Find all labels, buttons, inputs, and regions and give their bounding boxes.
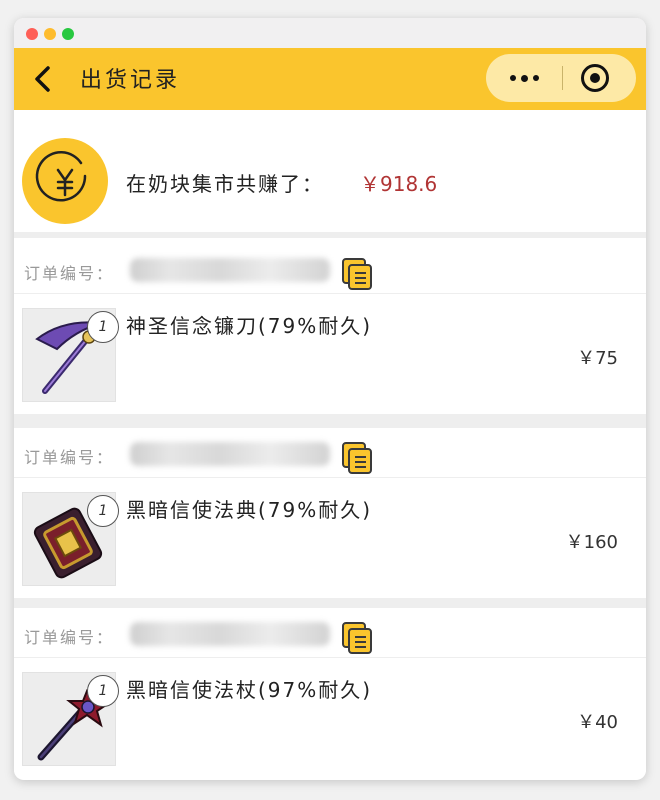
order-card: 订单编号： 1 黑暗信使法杖(97%耐久) ￥40 (14, 608, 646, 778)
order-number-label: 订单编号： (24, 448, 115, 467)
order-item[interactable]: 1 黑暗信使法典(79%耐久) ￥160 (14, 478, 646, 598)
order-card: 订单编号： 1 神圣信念镰刀(79%耐久) ￥75 (14, 244, 646, 414)
miniprogram-capsule (486, 54, 636, 102)
order-item[interactable]: 1 黑暗信使法杖(97%耐久) ￥40 (14, 658, 646, 778)
item-name: 黑暗信使法典(79%耐久) (126, 498, 373, 522)
order-card: 订单编号： 1 黑暗信使法典(79%耐久) ￥160 (14, 428, 646, 598)
section-gap (14, 414, 646, 428)
item-quantity-badge: 1 (87, 675, 119, 707)
item-quantity-badge: 1 (87, 311, 119, 343)
window-titlebar (14, 18, 646, 48)
window-close-button[interactable] (26, 28, 38, 40)
copy-icon (348, 448, 372, 474)
order-header: 订单编号： (14, 608, 646, 658)
copy-order-number-button[interactable] (342, 442, 372, 474)
order-header: 订单编号： (14, 244, 646, 294)
item-price: ￥160 (565, 532, 618, 553)
item-quantity-badge: 1 (87, 495, 119, 527)
item-thumbnail: 1 (22, 308, 119, 402)
chevron-left-icon (35, 66, 50, 92)
item-thumbnail: 1 (22, 492, 119, 586)
item-price: ￥40 (577, 712, 618, 733)
window-maximize-button[interactable] (62, 28, 74, 40)
more-button[interactable] (486, 54, 562, 102)
item-name: 神圣信念镰刀(79%耐久) (126, 314, 373, 338)
page-title: 出货记录 (80, 68, 181, 93)
more-dots-icon (509, 75, 516, 81)
order-number-label: 订单编号： (24, 264, 115, 283)
back-button[interactable] (24, 56, 60, 102)
earnings-label: 在奶块集市共赚了： (126, 172, 324, 196)
target-icon (590, 73, 600, 83)
yuan-coin-icon (22, 138, 108, 224)
order-header: 订单编号： (14, 428, 646, 478)
item-name: 黑暗信使法杖(97%耐久) (126, 678, 373, 702)
earnings-amount: ￥918.6 (360, 172, 438, 196)
capsule-divider (562, 66, 563, 90)
order-number-redacted (130, 442, 330, 466)
copy-order-number-button[interactable] (342, 622, 372, 654)
order-number-redacted (130, 622, 330, 646)
window-minimize-button[interactable] (44, 28, 56, 40)
earnings-summary: 在奶块集市共赚了： ￥918.6 (14, 120, 646, 238)
order-number-redacted (130, 258, 330, 282)
copy-icon (348, 264, 372, 290)
order-item[interactable]: 1 神圣信念镰刀(79%耐久) ￥75 (14, 294, 646, 414)
page-header: 出货记录 (14, 48, 646, 110)
order-number-label: 订单编号： (24, 628, 115, 647)
app-window: 出货记录 在奶块集市共赚了： ￥918.6 订单编号： 1 神圣信念镰刀(79%… (14, 18, 646, 780)
close-miniprogram-button[interactable] (581, 64, 609, 92)
copy-icon (348, 628, 372, 654)
item-thumbnail: 1 (22, 672, 119, 766)
item-price: ￥75 (577, 348, 618, 369)
copy-order-number-button[interactable] (342, 258, 372, 290)
